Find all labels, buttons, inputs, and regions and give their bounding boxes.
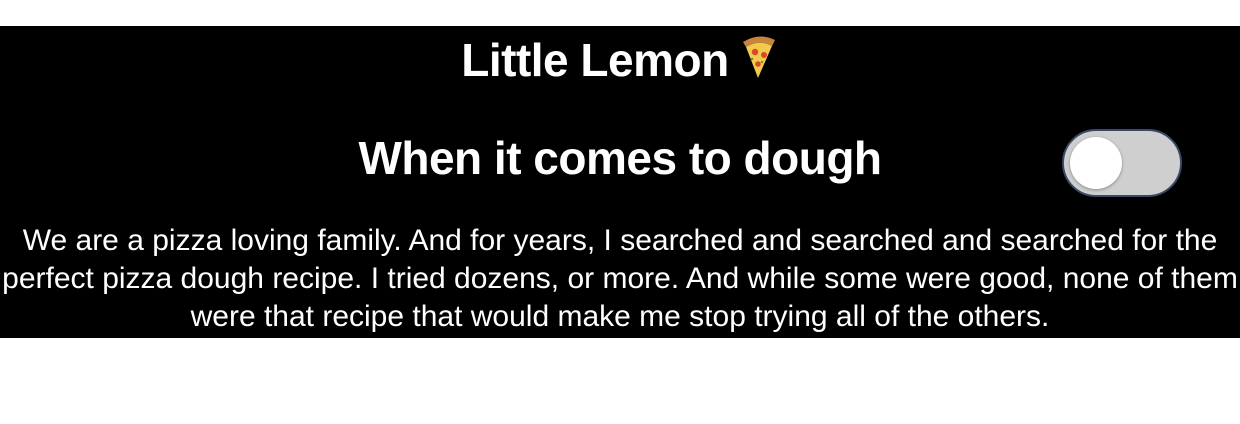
pizza-icon: [739, 32, 779, 80]
app-title: Little Lemon: [461, 34, 729, 86]
content-panel: Little Lemon When it comes to dough We a…: [0, 26, 1240, 338]
dough-toggle[interactable]: [1062, 129, 1182, 197]
section-heading: When it comes to dough: [358, 132, 882, 184]
app-screen: Little Lemon When it comes to dough We a…: [0, 0, 1240, 424]
section-body-text: We are a pizza loving family. And for ye…: [2, 224, 1238, 333]
app-title-row: Little Lemon: [0, 32, 1240, 87]
toggle-knob: [1070, 137, 1122, 189]
